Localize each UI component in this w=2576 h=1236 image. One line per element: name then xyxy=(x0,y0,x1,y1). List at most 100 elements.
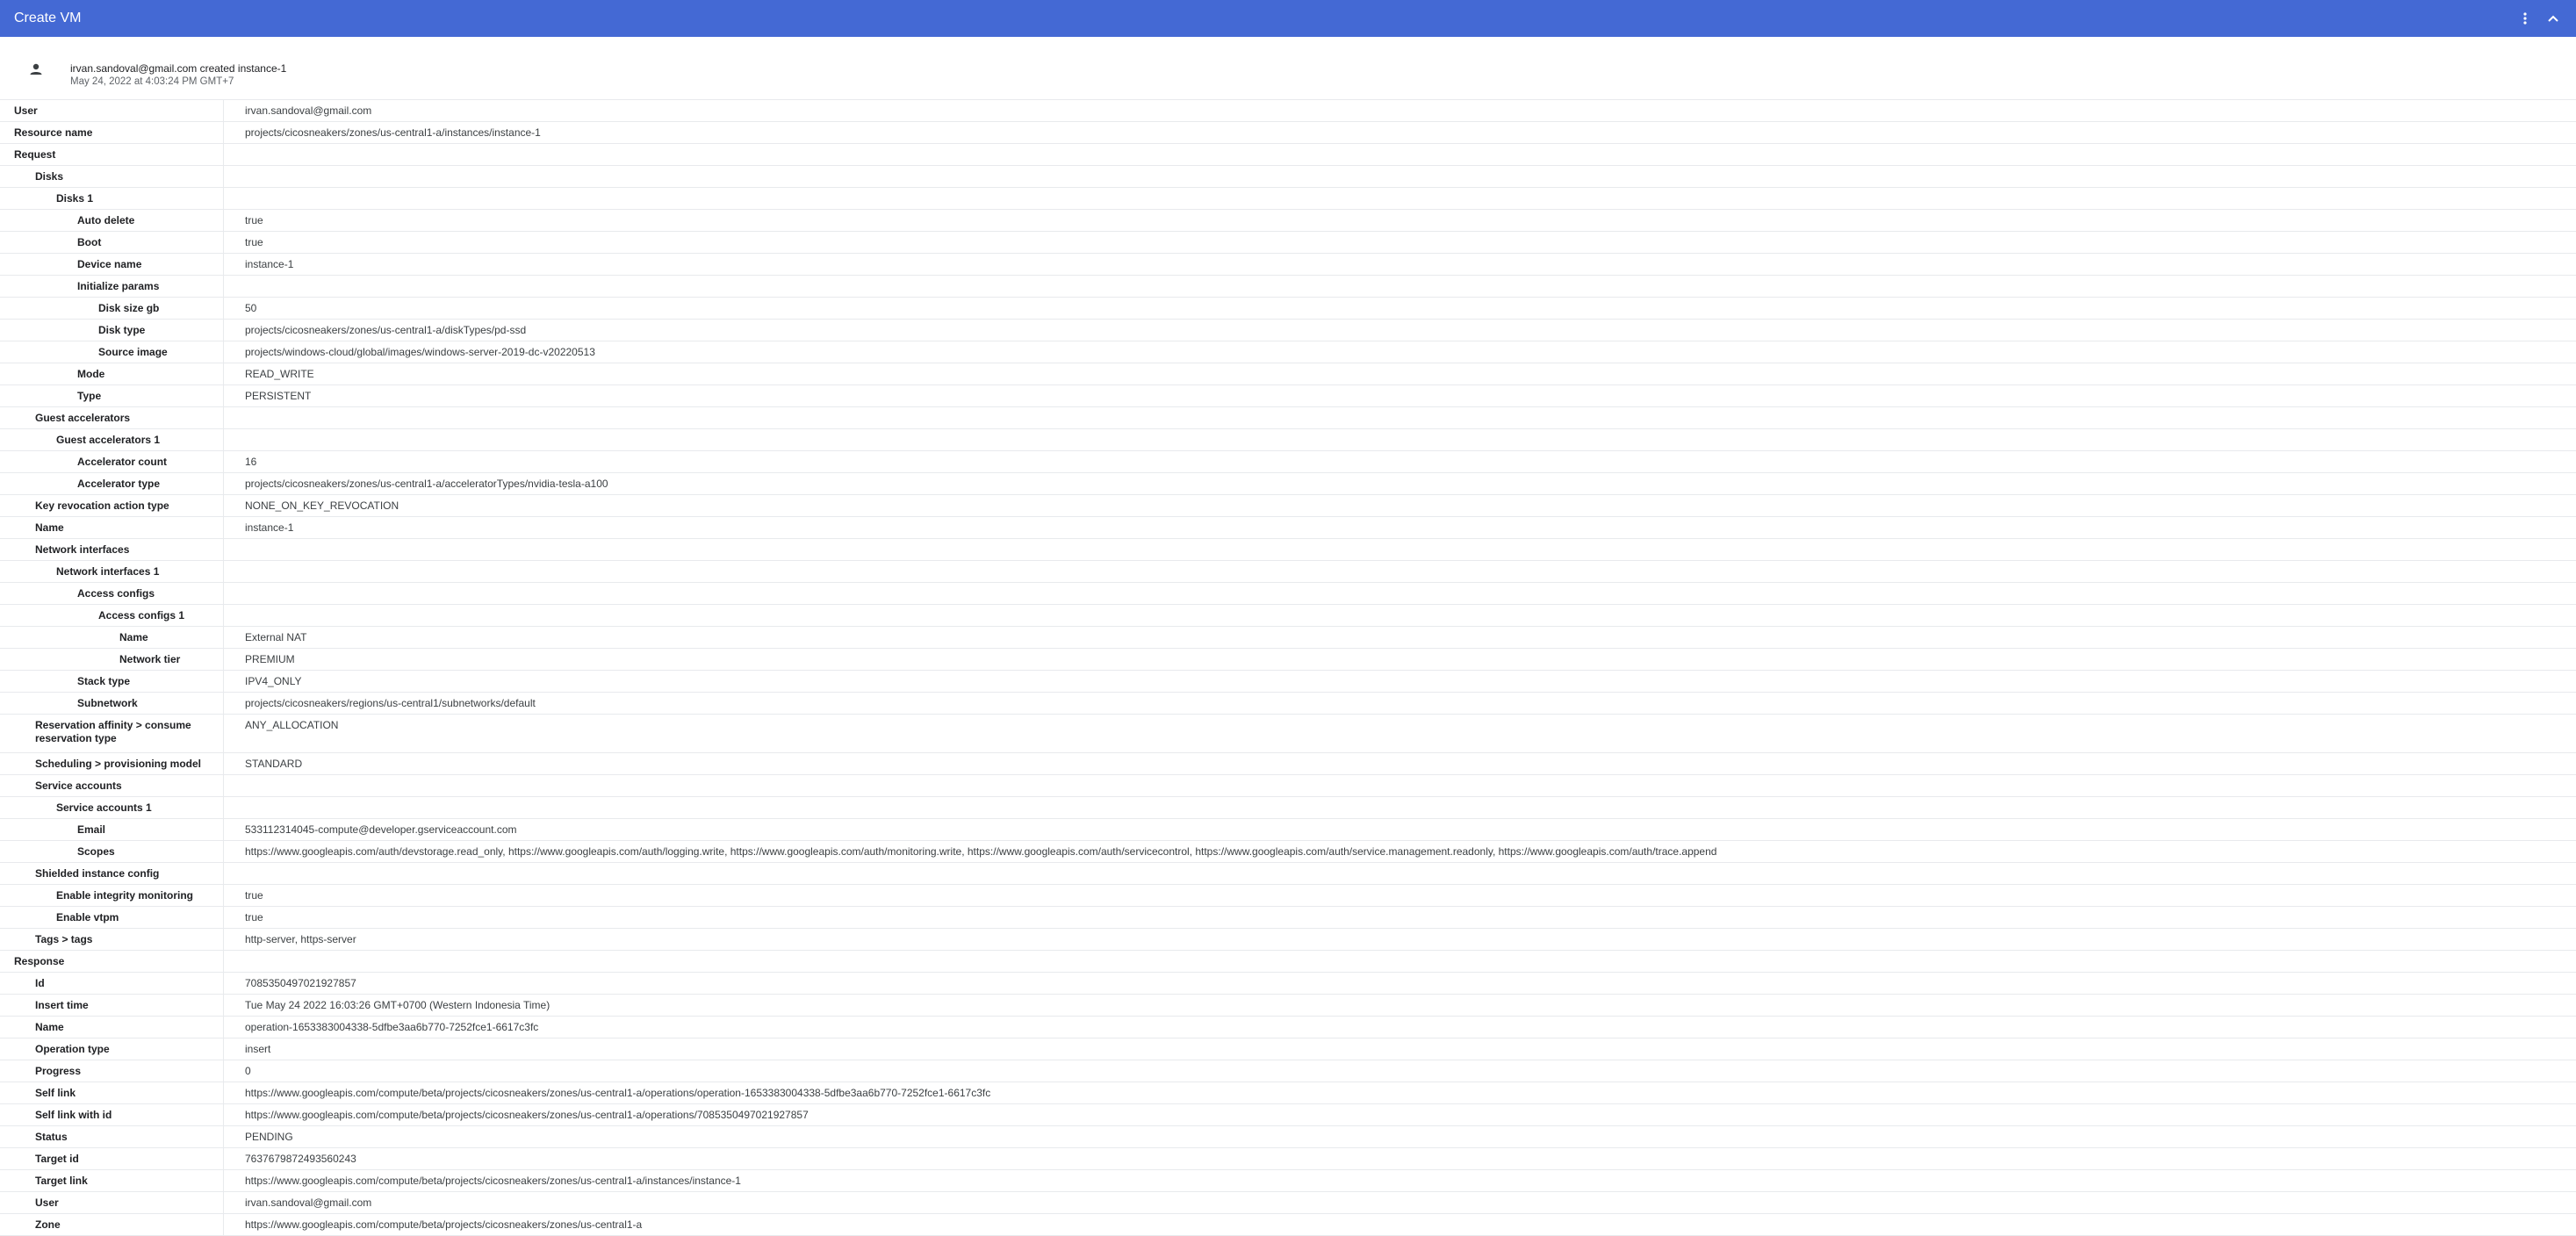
field-value: External NAT xyxy=(245,631,307,643)
table-row: Progress 0 xyxy=(0,1060,2576,1082)
table-row: Self link with id https://www.googleapis.… xyxy=(0,1104,2576,1126)
table-row: Tags > tags http-server, https-server xyxy=(0,929,2576,951)
table-row: Access configs xyxy=(0,583,2576,605)
table-row: Email 533112314045-compute@developer.gser… xyxy=(0,819,2576,841)
field-value: https://www.googleapis.com/auth/devstora… xyxy=(245,845,1717,858)
field-key: Name xyxy=(0,627,224,648)
field-key: User xyxy=(0,1192,224,1213)
table-row: Key revocation action type NONE_ON_KEY_RE… xyxy=(0,495,2576,517)
table-row: Mode READ_WRITE xyxy=(0,363,2576,385)
table-row: Subnetwork projects/cicosneakers/regions/… xyxy=(0,693,2576,715)
field-key: Id xyxy=(0,973,224,994)
field-key: Service accounts xyxy=(0,775,224,796)
field-value: STANDARD xyxy=(245,758,303,770)
field-value xyxy=(224,166,2576,187)
field-value: projects/cicosneakers/regions/us-central… xyxy=(245,697,536,709)
field-value xyxy=(224,951,2576,972)
table-row: Type PERSISTENT xyxy=(0,385,2576,407)
field-value: true xyxy=(245,889,263,902)
table-row: User irvan.sandoval@gmail.com xyxy=(0,1192,2576,1214)
field-value: 533112314045-compute@developer.gservicea… xyxy=(245,823,517,836)
table-row: Network tier PREMIUM xyxy=(0,649,2576,671)
field-key: Target id xyxy=(0,1148,224,1169)
field-key: Status xyxy=(0,1126,224,1147)
table-row: Initialize params xyxy=(0,276,2576,298)
table-row: Access configs 1 xyxy=(0,605,2576,627)
chevron-up-icon[interactable] xyxy=(2544,10,2562,27)
field-key: Enable vtpm xyxy=(0,907,224,928)
field-key: Response xyxy=(0,951,224,972)
field-value: 7085350497021927857 xyxy=(245,977,356,989)
table-row: Reservation affinity > consume reservati… xyxy=(0,715,2576,753)
field-key: Resource name xyxy=(0,122,224,143)
table-row: Guest accelerators 1 xyxy=(0,429,2576,451)
field-key: Progress xyxy=(0,1060,224,1082)
field-value: READ_WRITE xyxy=(245,368,314,380)
field-value: projects/windows-cloud/global/images/win… xyxy=(245,346,595,358)
log-entry-summary: irvan.sandoval@gmail.com created instanc… xyxy=(70,62,287,75)
field-value: https://www.googleapis.com/compute/beta/… xyxy=(245,1109,809,1121)
field-key: Tags > tags xyxy=(0,929,224,950)
field-key: Zone xyxy=(0,1214,224,1235)
field-value: irvan.sandoval@gmail.com xyxy=(245,104,372,117)
field-value: operation-1653383004338-5dfbe3aa6b770-72… xyxy=(245,1021,539,1033)
table-row: Disk size gb 50 xyxy=(0,298,2576,320)
field-value: http-server, https-server xyxy=(245,933,356,945)
field-key: Stack type xyxy=(0,671,224,692)
field-value: projects/cicosneakers/zones/us-central1-… xyxy=(245,126,541,139)
field-key: Scopes xyxy=(0,841,224,862)
field-value xyxy=(224,561,2576,582)
field-value: instance-1 xyxy=(245,258,294,270)
field-value: irvan.sandoval@gmail.com xyxy=(245,1196,372,1209)
field-key: Shielded instance config xyxy=(0,863,224,884)
field-key: Device name xyxy=(0,254,224,275)
field-key: Disk type xyxy=(0,320,224,341)
field-key: Accelerator count xyxy=(0,451,224,472)
table-row: Disk type projects/cicosneakers/zones/us-… xyxy=(0,320,2576,341)
person-icon xyxy=(26,60,46,79)
table-row: Name instance-1 xyxy=(0,517,2576,539)
field-value: true xyxy=(245,214,263,226)
field-key: Accelerator type xyxy=(0,473,224,494)
field-key: Enable integrity monitoring xyxy=(0,885,224,906)
field-value xyxy=(224,407,2576,428)
more-vert-icon[interactable] xyxy=(2516,10,2534,27)
field-key: Access configs xyxy=(0,583,224,604)
table-row: Name External NAT xyxy=(0,627,2576,649)
field-value: https://www.googleapis.com/compute/beta/… xyxy=(245,1087,991,1099)
field-key: Guest accelerators xyxy=(0,407,224,428)
table-row: Insert time Tue May 24 2022 16:03:26 GMT+… xyxy=(0,995,2576,1017)
field-value xyxy=(224,188,2576,209)
field-value: https://www.googleapis.com/compute/beta/… xyxy=(245,1218,643,1231)
field-key: Network interfaces xyxy=(0,539,224,560)
field-value xyxy=(224,144,2576,165)
log-entry-timestamp: May 24, 2022 at 4:03:24 PM GMT+7 xyxy=(70,76,234,87)
table-row: Disks 1 xyxy=(0,188,2576,210)
field-key: Reservation affinity > consume reservati… xyxy=(0,715,224,752)
field-key: Disks 1 xyxy=(0,188,224,209)
field-key: Name xyxy=(0,517,224,538)
table-row: Accelerator type projects/cicosneakers/zo… xyxy=(0,473,2576,495)
field-key: Boot xyxy=(0,232,224,253)
table-row: Enable integrity monitoring true xyxy=(0,885,2576,907)
field-key: Source image xyxy=(0,341,224,363)
field-value xyxy=(224,429,2576,450)
field-key: Service accounts 1 xyxy=(0,797,224,818)
field-value xyxy=(224,605,2576,626)
table-row: Disks xyxy=(0,166,2576,188)
field-key: Network interfaces 1 xyxy=(0,561,224,582)
table-row: Stack type IPV4_ONLY xyxy=(0,671,2576,693)
field-key: Network tier xyxy=(0,649,224,670)
field-value xyxy=(224,539,2576,560)
field-key: Auto delete xyxy=(0,210,224,231)
field-value: PERSISTENT xyxy=(245,390,312,402)
log-entry-header: irvan.sandoval@gmail.com created instanc… xyxy=(0,53,2576,98)
table-row: Service accounts 1 xyxy=(0,797,2576,819)
table-row: Network interfaces xyxy=(0,539,2576,561)
field-value: NONE_ON_KEY_REVOCATION xyxy=(245,499,399,512)
field-key: Initialize params xyxy=(0,276,224,297)
window-title: Create VM xyxy=(14,11,82,25)
table-row: Scopes https://www.googleapis.com/auth/de… xyxy=(0,841,2576,863)
table-row: Service accounts xyxy=(0,775,2576,797)
table-row: Device name instance-1 xyxy=(0,254,2576,276)
